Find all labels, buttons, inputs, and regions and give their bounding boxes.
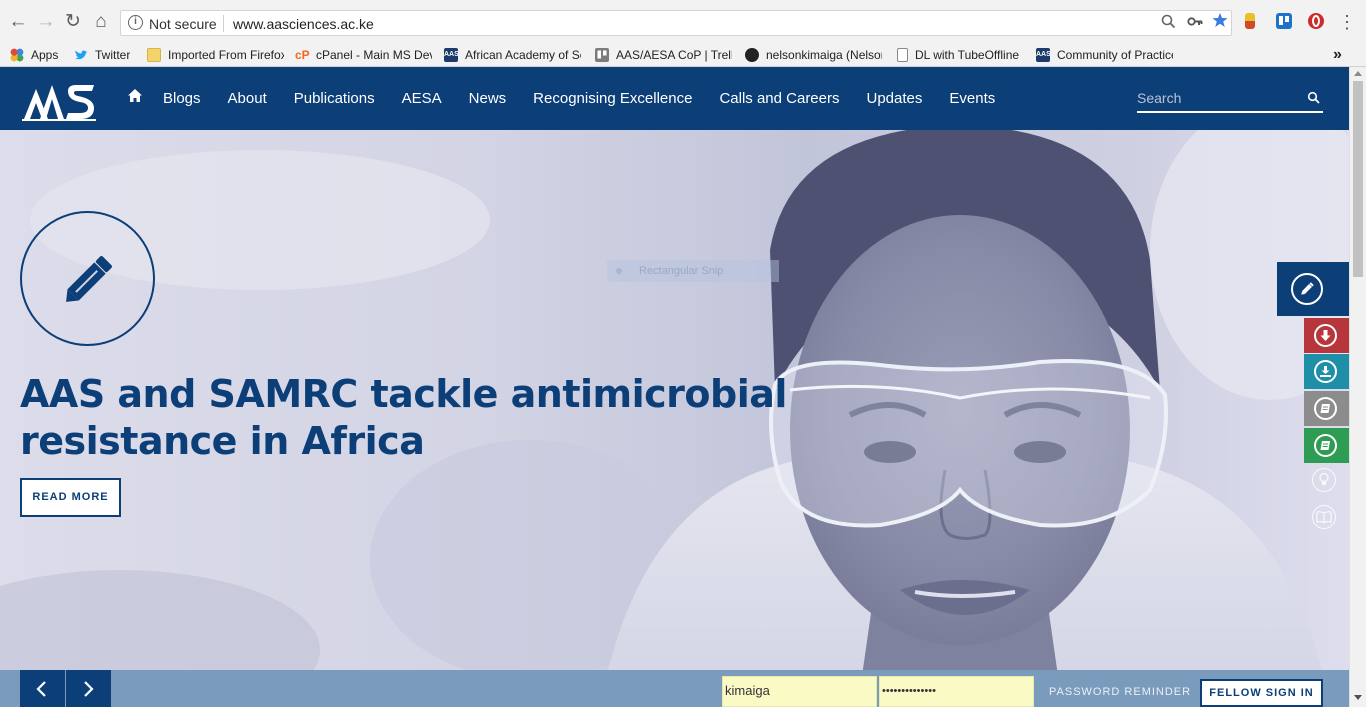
bookmarks-overflow-button[interactable]: » [1333,46,1349,64]
password-reminder-link[interactable]: PASSWORD REMINDER [1049,686,1191,698]
nav-blogs[interactable]: Blogs [163,90,201,107]
pencil-icon [1291,273,1323,305]
slider-prev-button[interactable] [20,670,65,707]
snip-label: Rectangular Snip [639,265,724,277]
forward-arrow-icon[interactable]: → [36,10,56,34]
bookmark-label: DL with TubeOffline [915,48,1020,62]
key-icon[interactable] [1187,14,1203,33]
fellow-sign-in-button[interactable]: FELLOW SIGN IN [1200,679,1323,707]
extension-flag-icon[interactable] [1245,13,1255,29]
site-header: Blogs About Publications AESA News Recog… [0,67,1349,130]
trello-icon [595,48,609,62]
bookmark-label: Community of Practice [1057,48,1173,62]
nav-aesa[interactable]: AESA [402,90,442,107]
bookmark-label: Apps [31,48,59,62]
nav-publications[interactable]: Publications [294,90,375,107]
nav-recognising-excellence[interactable]: Recognising Excellence [533,90,692,107]
back-arrow-icon[interactable]: ← [8,10,28,34]
twitter-bird-icon [74,48,88,62]
scroll-up-arrow-icon[interactable] [1354,71,1362,76]
nav-calls-careers[interactable]: Calls and Careers [719,90,839,107]
bookmark-twitter[interactable]: Twitter [74,46,136,64]
sidebar-book-grey-button[interactable] [1304,391,1349,426]
bookmark-label: African Academy of Sciences [465,48,581,62]
bookmark-imported-firefox[interactable]: Imported From Firefox [147,46,284,64]
star-icon[interactable] [1212,12,1228,32]
search-input[interactable] [1137,87,1297,109]
scroll-down-arrow-icon[interactable] [1354,695,1362,700]
chevron-left-icon [36,681,46,697]
slider-next-button[interactable] [66,670,111,707]
bookmark-tubeoffline[interactable]: DL with TubeOffline [897,46,1027,64]
bookmark-label: Twitter [95,48,131,62]
home-icon[interactable] [128,89,142,107]
site-search [1137,87,1323,113]
bookmark-trello[interactable]: AAS/AESA CoP | Trello [595,46,732,64]
nav-about[interactable]: About [228,90,267,107]
trello-extension-icon[interactable] [1276,13,1292,29]
bookmark-community-practice[interactable]: AAS Community of Practice [1036,46,1173,64]
password-field[interactable]: •••••••••••••• [879,676,1034,707]
book-icon [1314,434,1337,457]
aas-icon: AAS [444,48,459,62]
menu-icon[interactable]: ⋮ [1336,10,1356,34]
url-text[interactable]: www.aasciences.ac.ke [233,16,374,32]
page-scrollbar[interactable] [1349,67,1366,707]
aas-icon: AAS [1036,48,1051,62]
bookmark-label: AAS/AESA CoP | Trello [616,48,732,62]
read-more-button[interactable]: READ MORE [20,478,121,517]
username-field[interactable]: kimaiga [722,676,877,707]
scroll-thumb[interactable] [1353,81,1363,277]
bookmark-african-academy[interactable]: AAS African Academy of Sciences [444,46,581,64]
aas-logo[interactable] [22,75,98,121]
rectangular-snip-overlay: Rectangular Snip [607,260,779,282]
nav-updates[interactable]: Updates [867,90,923,107]
folder-icon [147,48,161,62]
bookmarks-bar: Apps Twitter Imported From Firefox cP cP… [0,44,1366,67]
sidebar-write-button[interactable] [1277,262,1349,316]
bookmark-github[interactable]: nelsonkimaiga (Nelson [745,46,882,64]
browser-toolbar: ← → ↻ ⌂ i Not secure www.aasciences.ac.k… [0,0,1366,44]
sidebar-download-red-button[interactable] [1304,318,1349,353]
main-nav: Blogs About Publications AESA News Recog… [128,89,1022,107]
sidebar-book-green-button[interactable] [1304,428,1349,463]
open-book-icon[interactable] [1312,505,1336,529]
pencil-icon [66,256,112,302]
hero-banner: AAS and SAMRC tackle antimicrobial resis… [0,130,1349,707]
reload-icon[interactable]: ↻ [63,10,83,34]
chevron-right-icon [84,681,94,697]
address-bar[interactable]: i Not secure www.aasciences.ac.ke [120,10,1232,36]
nav-news[interactable]: News [469,90,507,107]
sidebar-download-teal-button[interactable] [1304,354,1349,389]
info-icon[interactable]: i [128,15,143,30]
book-icon [1314,397,1337,420]
security-label[interactable]: Not secure [149,16,217,32]
github-icon [745,48,759,62]
hero-headline[interactable]: AAS and SAMRC tackle antimicrobial resis… [20,371,800,465]
bookmark-label: Imported From Firefox [168,48,284,62]
omnibox-divider [223,15,224,32]
home-icon[interactable]: ⌂ [91,10,111,34]
opera-extension-icon[interactable] [1308,13,1324,29]
bookmark-label: cPanel - Main MS Dev [316,48,432,62]
article-category-circle [20,211,155,346]
hero-bottom-bar: kimaiga •••••••••••••• PASSWORD REMINDER… [0,670,1349,707]
nav-events[interactable]: Events [949,90,995,107]
download-circle-icon [1314,324,1337,347]
lightbulb-icon[interactable] [1312,468,1336,492]
cpanel-icon: cP [295,48,310,62]
apps-grid-icon [10,48,24,62]
bookmark-cpanel[interactable]: cP cPanel - Main MS Dev [295,46,432,64]
page-icon [897,48,908,62]
bookmark-apps[interactable]: Apps [10,46,64,64]
download-tray-icon [1314,360,1337,383]
zoom-icon[interactable] [1161,14,1176,33]
bookmark-label: nelsonkimaiga (Nelson [766,48,882,62]
snip-dot-icon [616,268,622,274]
search-icon[interactable] [1307,91,1321,105]
